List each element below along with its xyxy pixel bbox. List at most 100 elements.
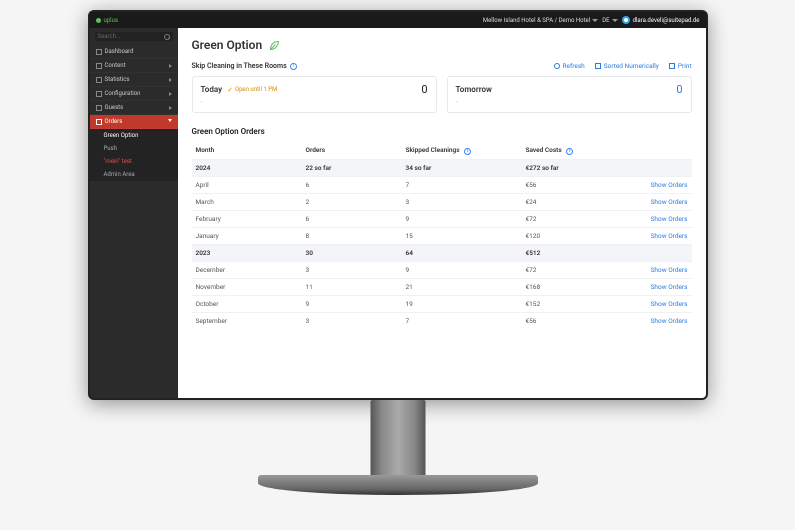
cell-skip: 64 <box>402 244 522 261</box>
info-icon[interactable]: i <box>464 148 471 155</box>
refresh-button[interactable]: Refresh <box>554 62 585 70</box>
sidebar-item-statistics[interactable]: Statistics <box>90 73 178 87</box>
avatar <box>622 16 630 24</box>
info-icon[interactable]: i <box>290 63 297 70</box>
monitor-frame: uplus Mellow Island Hotel & SPA / Demo H… <box>88 10 708 400</box>
cell-orders: 8 <box>302 227 402 244</box>
cell-skip: 9 <box>402 210 522 227</box>
sidebar-item-label: Dashboard <box>105 48 134 55</box>
sidebar-sub-mein-test[interactable]: "mein" test <box>90 155 178 168</box>
sidebar-item-dashboard[interactable]: Dashboard <box>90 45 178 59</box>
show-orders-link[interactable]: Show Orders <box>651 317 688 325</box>
sidebar-sub-push[interactable]: Push <box>90 142 178 155</box>
show-orders-link[interactable]: Show Orders <box>651 181 688 189</box>
th-skip: Skipped Cleanings i <box>402 142 522 159</box>
card-tomorrow-count: 0 <box>676 83 682 96</box>
cell-cost: €72 <box>522 210 602 227</box>
cell-action <box>602 244 692 261</box>
cell-action: Show Orders <box>602 176 692 193</box>
cell-cost: €272 so far <box>522 159 602 176</box>
cell-action: Show Orders <box>602 295 692 312</box>
cell-orders: 2 <box>302 193 402 210</box>
show-orders-link[interactable]: Show Orders <box>651 198 688 206</box>
card-today-count: 0 <box>421 83 427 96</box>
table-header-row: Month Orders Skipped Cleanings i Saved C… <box>192 142 692 159</box>
table-row: April67€56Show Orders <box>192 176 692 193</box>
orders-table-title: Green Option Orders <box>192 127 692 136</box>
leaf-icon <box>268 39 280 51</box>
sidebar-item-guests[interactable]: Guests <box>90 101 178 115</box>
cell-orders: 6 <box>302 210 402 227</box>
card-today: Today ✓Open until 1 PM 0 - <box>192 76 437 113</box>
sidebar-orders-submenu: Green Option Push "mein" test Admin Area <box>90 129 178 181</box>
cell-skip: 19 <box>402 295 522 312</box>
print-icon <box>669 63 675 69</box>
search-icon <box>164 34 170 40</box>
cell-action: Show Orders <box>602 312 692 329</box>
cell-action: Show Orders <box>602 193 692 210</box>
sort-button[interactable]: Sorted Numerically <box>595 62 659 70</box>
page-title: Green Option <box>192 38 692 52</box>
brand-text: uplus <box>104 17 119 24</box>
cell-skip: 7 <box>402 176 522 193</box>
cell-cost: €72 <box>522 261 602 278</box>
show-orders-link[interactable]: Show Orders <box>651 266 688 274</box>
table-row: December39€72Show Orders <box>192 261 692 278</box>
statistics-icon <box>96 77 102 83</box>
sidebar-item-content[interactable]: Content <box>90 59 178 73</box>
cell-month: March <box>192 193 302 210</box>
print-button[interactable]: Print <box>669 62 692 70</box>
cell-action: Show Orders <box>602 261 692 278</box>
table-row: 20233064€512 <box>192 244 692 261</box>
cell-orders: 11 <box>302 278 402 295</box>
cell-cost: €120 <box>522 227 602 244</box>
monitor-stand-base <box>258 475 538 495</box>
show-orders-link[interactable]: Show Orders <box>651 283 688 291</box>
info-icon[interactable]: i <box>566 148 573 155</box>
cell-orders: 3 <box>302 261 402 278</box>
card-tomorrow-title: Tomorrow <box>456 85 492 94</box>
table-row: March23€24Show Orders <box>192 193 692 210</box>
cell-month: April <box>192 176 302 193</box>
cell-skip: 7 <box>402 312 522 329</box>
sidebar-item-configuration[interactable]: Configuration <box>90 87 178 101</box>
orders-icon <box>96 119 102 125</box>
sidebar-item-orders[interactable]: Orders <box>90 115 178 129</box>
table-row: 202422 so far34 so far€272 so far <box>192 159 692 176</box>
cell-skip: 9 <box>402 261 522 278</box>
search-placeholder: Search... <box>98 33 121 40</box>
language-selector[interactable]: DE <box>602 17 617 24</box>
cell-month: January <box>192 227 302 244</box>
show-orders-link[interactable]: Show Orders <box>651 300 688 308</box>
cell-cost: €168 <box>522 278 602 295</box>
card-today-title: Today <box>201 85 223 94</box>
check-icon: ✓ <box>227 86 233 94</box>
cell-orders: 9 <box>302 295 402 312</box>
cell-orders: 3 <box>302 312 402 329</box>
table-row: January815€120Show Orders <box>192 227 692 244</box>
show-orders-link[interactable]: Show Orders <box>651 215 688 223</box>
show-orders-link[interactable]: Show Orders <box>651 232 688 240</box>
configuration-icon <box>96 91 102 97</box>
dashboard-icon <box>96 49 102 55</box>
th-cost: Saved Costs i <box>522 142 602 159</box>
search-input[interactable]: Search... <box>95 32 173 41</box>
sidebar-sub-admin-area[interactable]: Admin Area <box>90 168 178 181</box>
hotel-selector[interactable]: Mellow Island Hotel & SPA / Demo Hotel <box>483 17 598 24</box>
sidebar-sub-green-option[interactable]: Green Option <box>90 129 178 142</box>
skip-cleaning-header: Skip Cleaning in These Rooms i Refresh S… <box>192 62 692 70</box>
cell-month: 2023 <box>192 244 302 261</box>
sidebar-item-label: Statistics <box>105 76 130 83</box>
user-menu[interactable]: dlara.develi@suitepad.de <box>622 16 700 24</box>
cell-action: Show Orders <box>602 227 692 244</box>
cell-orders: 22 so far <box>302 159 402 176</box>
cell-orders: 30 <box>302 244 402 261</box>
cell-month: October <box>192 295 302 312</box>
sidebar-item-label: Orders <box>105 118 123 125</box>
sort-icon <box>595 63 601 69</box>
cell-action: Show Orders <box>602 210 692 227</box>
table-row: February69€72Show Orders <box>192 210 692 227</box>
cell-cost: €24 <box>522 193 602 210</box>
guests-icon <box>96 105 102 111</box>
cell-cost: €56 <box>522 176 602 193</box>
